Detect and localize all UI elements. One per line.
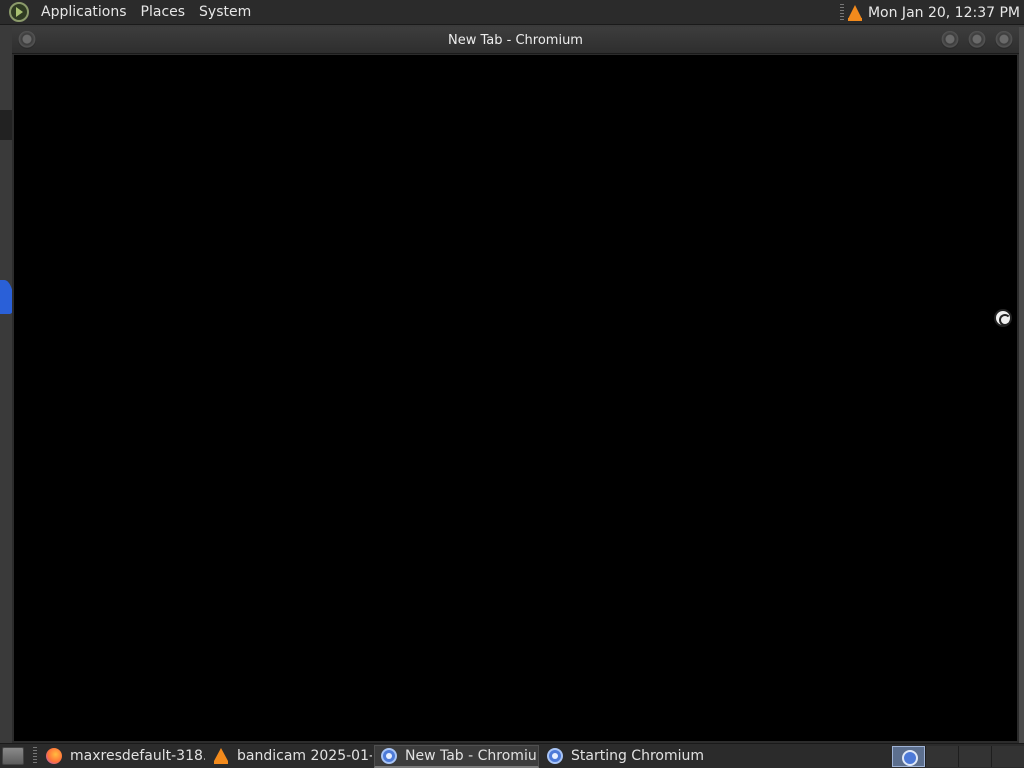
close-button[interactable]	[995, 31, 1013, 49]
chromium-window: New Tab - Chromium	[12, 27, 1019, 743]
vlc-tray-icon[interactable]	[847, 4, 862, 21]
taskbar: maxresdefault-318... bandicam 2025-01-..…	[0, 743, 1024, 768]
workspace-2[interactable]	[925, 746, 958, 767]
maximize-button[interactable]	[968, 31, 986, 49]
minimize-button[interactable]	[941, 31, 959, 49]
show-desktop-icon[interactable]	[2, 747, 24, 765]
task-new-tab-chromium[interactable]: New Tab - Chromium	[374, 744, 539, 768]
firefox-icon	[46, 748, 62, 764]
background-right-edge	[1019, 27, 1024, 743]
task-bandicam[interactable]: bandicam 2025-01-...	[207, 745, 372, 768]
task-starting-chromium[interactable]: Starting Chromium	[541, 745, 706, 768]
workspace-switcher[interactable]	[892, 746, 1024, 767]
workspace-4[interactable]	[991, 746, 1024, 767]
menu-system[interactable]: System	[192, 0, 258, 25]
taskbar-separator	[33, 747, 37, 765]
menu-logo-icon[interactable]	[9, 2, 29, 22]
vlc-icon	[213, 748, 229, 764]
panel-separator	[839, 3, 844, 22]
loading-cursor-icon	[994, 309, 1012, 327]
menu-places[interactable]: Places	[134, 0, 193, 25]
window-title: New Tab - Chromium	[448, 33, 583, 48]
window-titlebar[interactable]: New Tab - Chromium	[12, 27, 1019, 54]
workspace-3[interactable]	[958, 746, 991, 767]
top-panel: Applications Places System Mon Jan 20, 1…	[0, 0, 1024, 25]
task-label: maxresdefault-318...	[70, 748, 205, 764]
background-window-edge	[0, 110, 12, 140]
panel-tray: Mon Jan 20, 12:37 PM	[839, 0, 1024, 25]
task-label: Starting Chromium	[571, 748, 704, 764]
task-label: New Tab - Chromium	[405, 747, 539, 764]
task-firefox[interactable]: maxresdefault-318...	[40, 745, 205, 768]
menu-applications[interactable]: Applications	[34, 0, 134, 25]
window-content[interactable]	[14, 55, 1017, 741]
task-label: bandicam 2025-01-...	[237, 748, 372, 764]
clock[interactable]: Mon Jan 20, 12:37 PM	[868, 5, 1024, 21]
chromium-icon	[547, 748, 563, 764]
chromium-icon	[381, 747, 397, 764]
workspace-1[interactable]	[892, 746, 925, 767]
